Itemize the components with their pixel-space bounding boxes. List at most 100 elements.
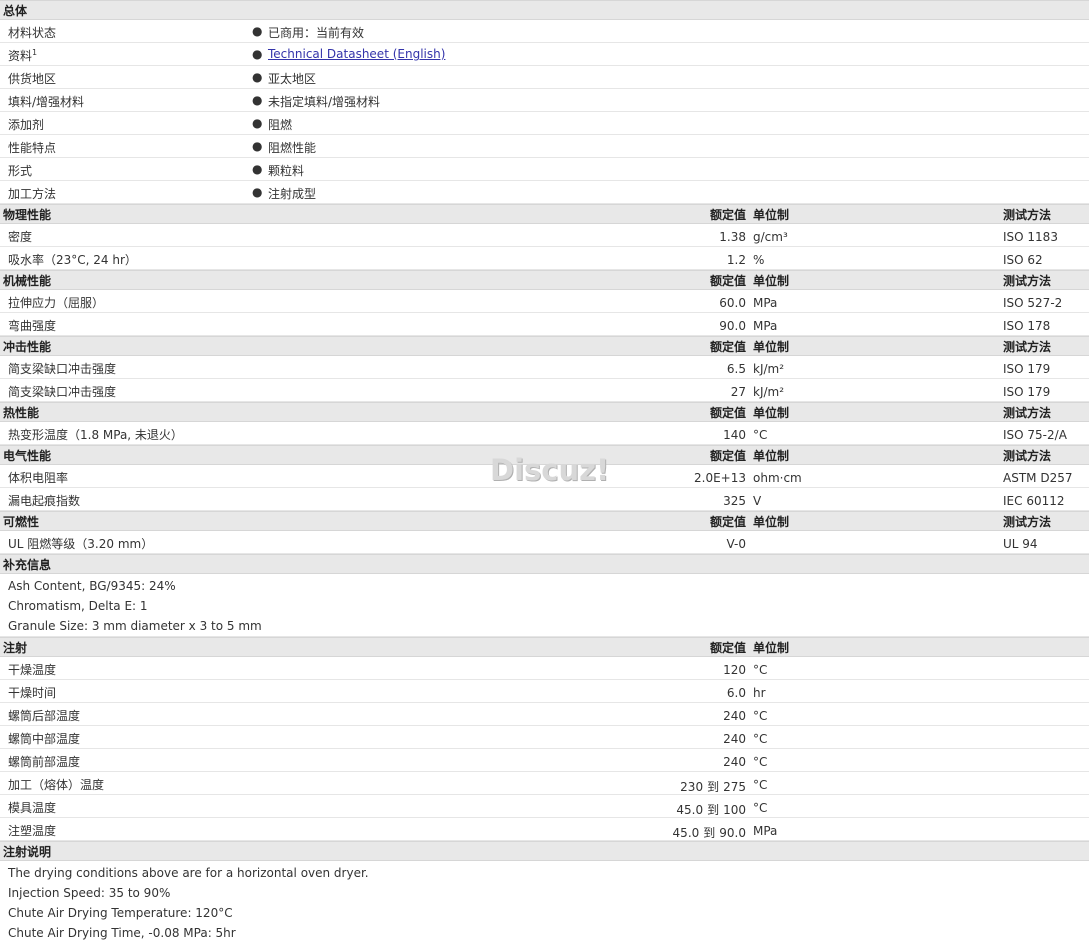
row-unit: °C bbox=[753, 732, 768, 746]
section-header-injection-notes: 注射说明 bbox=[0, 841, 1089, 861]
row-label: 简支梁缺口冲击强度 bbox=[8, 362, 117, 376]
col-header-value: 额定值 bbox=[709, 208, 746, 222]
note-line: Chute Air Drying Time, -0.08 MPa: 5hr bbox=[8, 926, 236, 940]
col-header-unit: 单位制 bbox=[753, 274, 790, 288]
row-label: 简支梁缺口冲击强度 bbox=[8, 385, 117, 399]
row-label: 供货地区 bbox=[8, 72, 57, 86]
table-row: 材料状态 ● 已商用：当前有效 bbox=[0, 20, 1089, 43]
row-method: ISO 179 bbox=[1003, 385, 1051, 399]
col-header-unit: 单位制 bbox=[753, 449, 790, 463]
row-value: 140 bbox=[723, 428, 746, 442]
row-value: 6.5 bbox=[726, 362, 746, 376]
row-label: 模具温度 bbox=[8, 801, 57, 815]
note-line: Ash Content, BG/9345: 24% bbox=[8, 579, 176, 593]
section-title: 机械性能 bbox=[3, 274, 52, 288]
row-value: 阻燃性能 bbox=[268, 141, 317, 155]
row-value: 6.0 bbox=[726, 686, 746, 700]
col-header-value: 额定值 bbox=[709, 641, 746, 655]
table-row: 形式 ● 颗粒料 bbox=[0, 158, 1089, 181]
row-label: 注塑温度 bbox=[8, 824, 57, 838]
row-unit: kJ/m² bbox=[753, 385, 785, 399]
section-title: 总体 bbox=[3, 4, 28, 18]
footnote-marker: 1 bbox=[32, 48, 38, 57]
row-value: 325 bbox=[723, 494, 746, 508]
section-header-flammability: 可燃性 额定值 单位制 测试方法 bbox=[0, 511, 1089, 531]
table-row: 干燥时间 6.0 hr bbox=[0, 680, 1089, 703]
row-value: 注射成型 bbox=[268, 187, 317, 201]
section-header-physical: 物理性能 额定值 单位制 测试方法 bbox=[0, 204, 1089, 224]
table-row: 简支梁缺口冲击强度 6.5 kJ/m² ISO 179 bbox=[0, 356, 1089, 379]
note-line: Granule Size: 3 mm diameter x 3 to 5 mm bbox=[8, 619, 262, 633]
table-row: 螺筒后部温度 240 °C bbox=[0, 703, 1089, 726]
row-value: 未指定填料/增强材料 bbox=[268, 95, 381, 109]
row-unit: hr bbox=[753, 686, 766, 700]
row-unit: g/cm³ bbox=[753, 230, 788, 244]
row-value: 90.0 bbox=[719, 319, 746, 333]
row-label: 螺筒前部温度 bbox=[8, 755, 81, 769]
watermark: Discuz! bbox=[490, 453, 610, 487]
row-method: ISO 527-2 bbox=[1003, 296, 1063, 310]
row-value-range: 45.0 到 100 bbox=[676, 803, 746, 817]
row-unit: MPa bbox=[753, 296, 778, 310]
bullet-icon: ● bbox=[252, 47, 263, 61]
section-header-impact: 冲击性能 额定值 单位制 测试方法 bbox=[0, 336, 1089, 356]
row-unit: kJ/m² bbox=[753, 362, 785, 376]
table-row: 添加剂 ● 阻燃 bbox=[0, 112, 1089, 135]
row-unit: % bbox=[753, 253, 765, 267]
row-unit: °C bbox=[753, 801, 768, 815]
row-label: 性能特点 bbox=[8, 141, 57, 155]
injection-notes: The drying conditions above are for a ho… bbox=[0, 861, 1089, 942]
row-value: 2.0E+13 bbox=[694, 471, 746, 485]
datasheet-link[interactable]: Technical Datasheet (English) bbox=[268, 47, 445, 61]
table-row: 密度 1.38 g/cm³ ISO 1183 bbox=[0, 224, 1089, 247]
row-unit: °C bbox=[753, 709, 768, 723]
table-row: 弯曲强度 90.0 MPa ISO 178 bbox=[0, 313, 1089, 336]
row-value-range: 45.0 到 90.0 bbox=[672, 826, 746, 840]
row-label: 资料1 bbox=[8, 48, 38, 63]
note-line: Chromatism, Delta E: 1 bbox=[8, 599, 148, 613]
bullet-icon: ● bbox=[252, 185, 263, 199]
row-label: 填料/增强材料 bbox=[8, 95, 85, 109]
supplemental-notes: Ash Content, BG/9345: 24% Chromatism, De… bbox=[0, 574, 1089, 637]
col-header-method: 测试方法 bbox=[1003, 274, 1052, 288]
row-unit: V bbox=[753, 494, 762, 508]
row-unit: °C bbox=[753, 778, 768, 792]
section-title: 物理性能 bbox=[3, 208, 52, 222]
row-label: 材料状态 bbox=[8, 26, 57, 40]
row-label: 漏电起痕指数 bbox=[8, 494, 81, 508]
col-header-value: 额定值 bbox=[709, 340, 746, 354]
table-row: 加工方法 ● 注射成型 bbox=[0, 181, 1089, 204]
section-header-supplemental: 补充信息 bbox=[0, 554, 1089, 574]
row-label: 加工（熔体）温度 bbox=[8, 778, 105, 792]
row-label: 拉伸应力（屈服） bbox=[8, 296, 105, 310]
note-line: Injection Speed: 35 to 90% bbox=[8, 886, 171, 900]
row-value: 阻燃 bbox=[268, 118, 293, 132]
bullet-icon: ● bbox=[252, 93, 263, 107]
row-method: ISO 1183 bbox=[1003, 230, 1058, 244]
row-label: 加工方法 bbox=[8, 187, 57, 201]
bullet-icon: ● bbox=[252, 139, 263, 153]
row-method: ISO 178 bbox=[1003, 319, 1051, 333]
row-label: 添加剂 bbox=[8, 118, 45, 132]
row-unit: °C bbox=[753, 663, 768, 677]
bullet-icon: ● bbox=[252, 24, 263, 38]
bullet-icon: ● bbox=[252, 162, 263, 176]
table-row: 干燥温度 120 °C bbox=[0, 657, 1089, 680]
row-method: ISO 75-2/A bbox=[1003, 428, 1067, 442]
note-line: The drying conditions above are for a ho… bbox=[8, 866, 369, 880]
row-unit: ohm·cm bbox=[753, 471, 802, 485]
col-header-value: 额定值 bbox=[709, 406, 746, 420]
section-title: 可燃性 bbox=[3, 515, 40, 529]
col-header-method: 测试方法 bbox=[1003, 340, 1052, 354]
row-value: 1.2 bbox=[726, 253, 746, 267]
table-row: 热变形温度（1.8 MPa, 未退火） 140 °C ISO 75-2/A bbox=[0, 422, 1089, 445]
table-row: 资料1 ● Technical Datasheet (English) bbox=[0, 43, 1089, 66]
row-value: 120 bbox=[723, 663, 746, 677]
section-title: 电气性能 bbox=[3, 449, 52, 463]
note-line: Chute Air Drying Temperature: 120°C bbox=[8, 906, 233, 920]
row-value: 颗粒料 bbox=[268, 164, 305, 178]
row-label: 螺筒后部温度 bbox=[8, 709, 81, 723]
row-method: ASTM D257 bbox=[1003, 471, 1073, 485]
col-header-unit: 单位制 bbox=[753, 208, 790, 222]
section-header-general: 总体 bbox=[0, 0, 1089, 20]
